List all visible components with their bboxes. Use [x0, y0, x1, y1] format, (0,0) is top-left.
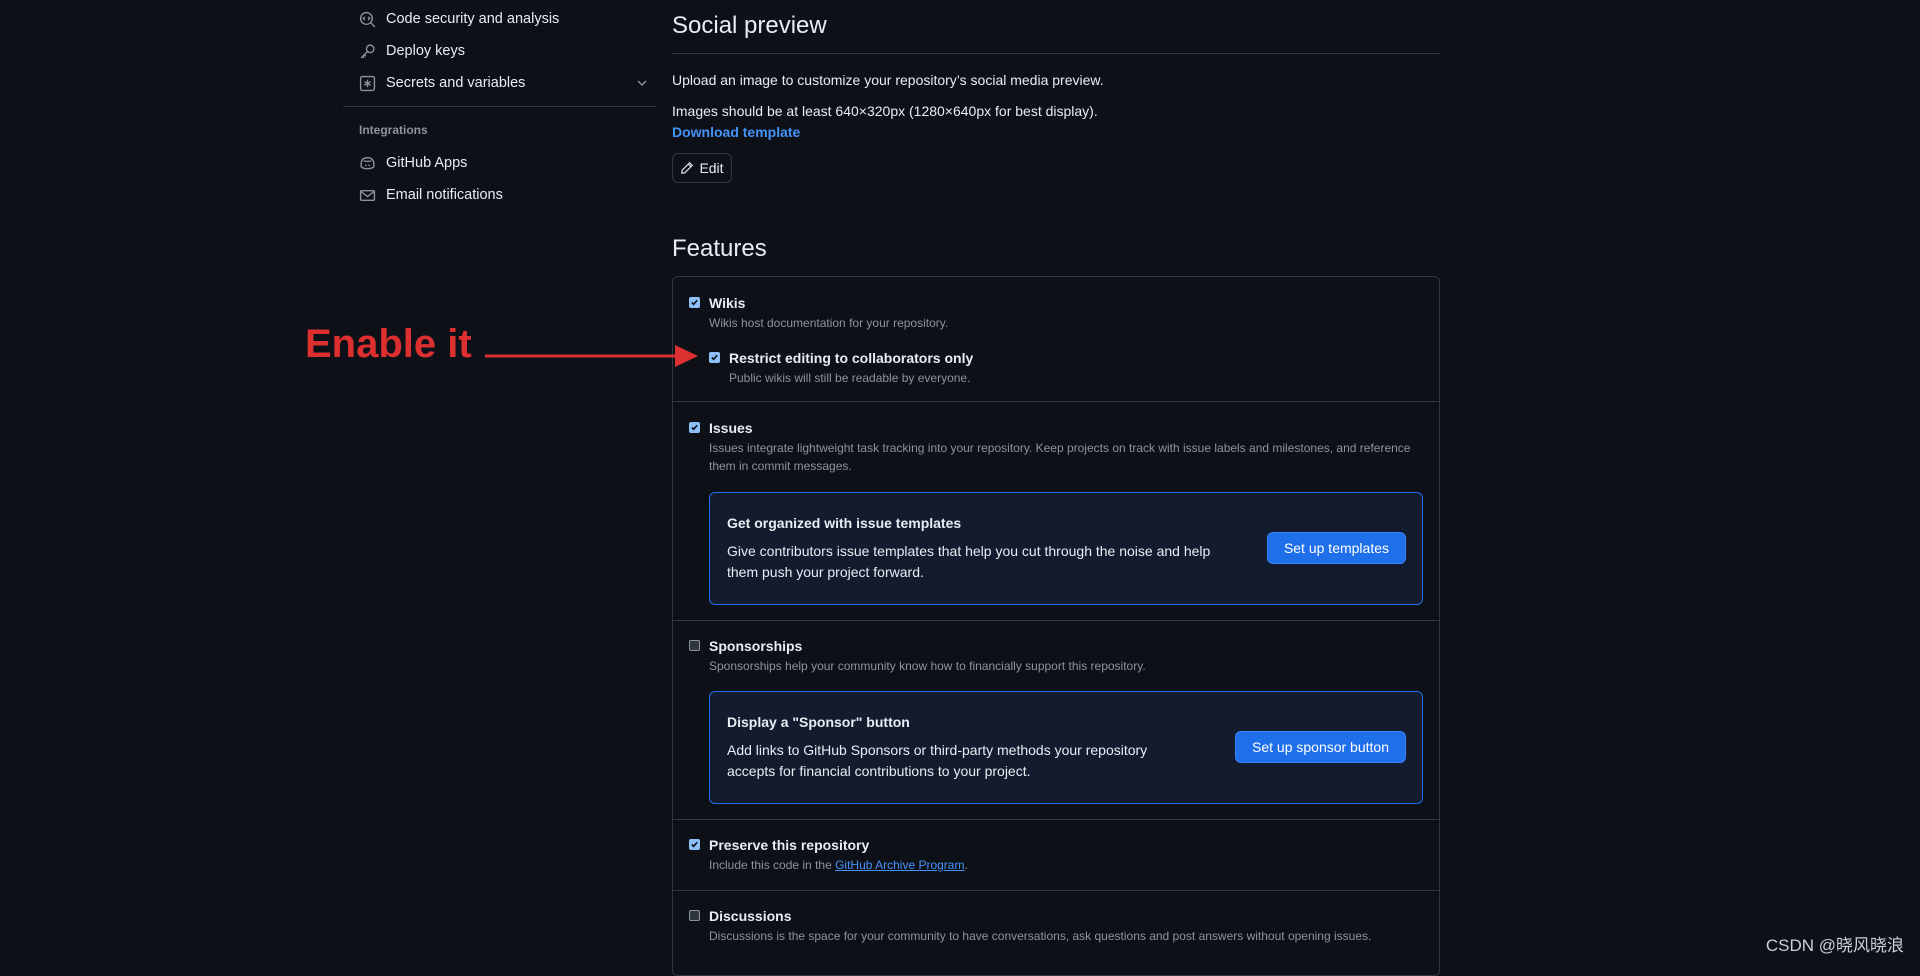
- features-box: Wikis Wikis host documentation for your …: [672, 276, 1440, 976]
- annotation-text: Enable it: [305, 322, 472, 366]
- sidebar-item-label: Code security and analysis: [386, 11, 560, 27]
- social-preview-description: Upload an image to customize your reposi…: [672, 72, 1104, 88]
- sponsor-button-promo: Display a "Sponsor" button Add links to …: [709, 691, 1423, 804]
- sponsor-button-description-line2: accepts for financial contributions to y…: [727, 763, 1031, 779]
- sidebar-item-code-security[interactable]: Code security and analysis: [359, 7, 559, 31]
- sidebar-item-github-apps[interactable]: GitHub Apps: [359, 151, 467, 175]
- discussions-checkbox[interactable]: [689, 910, 700, 921]
- set-up-templates-button[interactable]: Set up templates: [1266, 532, 1406, 564]
- issues-description-line2: them in commit messages.: [709, 459, 852, 473]
- issues-checkbox[interactable]: [689, 422, 700, 433]
- check-icon: [691, 424, 698, 431]
- check-icon: [711, 354, 718, 361]
- issues-description-line1: Issues integrate lightweight task tracki…: [709, 441, 1411, 455]
- chevron-down-icon[interactable]: [634, 75, 650, 91]
- issue-templates-promo: Get organized with issue templates Give …: [709, 492, 1423, 605]
- row-divider: [673, 890, 1439, 891]
- edit-button[interactable]: Edit: [672, 153, 732, 183]
- row-divider: [673, 620, 1439, 621]
- edit-label: Edit: [699, 160, 724, 176]
- heading-divider: [672, 53, 1440, 54]
- issues-label: Issues: [709, 420, 753, 436]
- discussions-description: Discussions is the space for your commun…: [709, 929, 1372, 943]
- sidebar-item-deploy-keys[interactable]: Deploy keys: [359, 39, 465, 63]
- social-preview-heading: Social preview: [672, 12, 827, 39]
- social-preview-size-hint: Images should be at least 640×320px (128…: [672, 103, 1098, 119]
- sidebar-item-label: Deploy keys: [386, 43, 465, 59]
- sidebar-heading-integrations: Integrations: [359, 123, 428, 137]
- restrict-editing-description: Public wikis will still be readable by e…: [729, 371, 971, 385]
- restrict-editing-label: Restrict editing to collaborators only: [729, 350, 974, 366]
- mail-icon: [359, 189, 376, 201]
- issue-templates-description-line1: Give contributors issue templates that h…: [727, 543, 1211, 559]
- sidebar-divider: [343, 106, 656, 107]
- sidebar-item-label: GitHub Apps: [386, 155, 468, 171]
- issue-templates-title: Get organized with issue templates: [727, 515, 962, 531]
- pencil-icon: [681, 161, 694, 174]
- watermark: CSDN @晓风晓浪: [1765, 936, 1904, 955]
- sidebar-item-secrets[interactable]: Secrets and variables: [359, 71, 659, 95]
- check-icon: [691, 299, 698, 306]
- issue-templates-description-line2: them push your project forward.: [727, 564, 924, 580]
- preserve-checkbox[interactable]: [689, 839, 700, 850]
- sponsorships-label: Sponsorships: [709, 638, 803, 654]
- discussions-label: Discussions: [709, 908, 792, 924]
- github-archive-program-link[interactable]: GitHub Archive Program: [835, 858, 964, 872]
- sidebar-item-label: Secrets and variables: [386, 75, 526, 91]
- asterisk-icon: [359, 75, 376, 91]
- sponsorships-description: Sponsorships help your community know ho…: [709, 659, 1146, 673]
- sponsor-button-title: Display a "Sponsor" button: [727, 714, 910, 730]
- wikis-description: Wikis host documentation for your reposi…: [709, 316, 949, 330]
- preserve-desc-suffix: .: [964, 858, 968, 872]
- key-icon: [360, 43, 375, 58]
- download-template-link[interactable]: Download template: [672, 124, 800, 140]
- restrict-editing-checkbox[interactable]: [709, 352, 720, 363]
- check-icon: [691, 841, 698, 848]
- row-divider: [673, 401, 1439, 402]
- wikis-checkbox[interactable]: [689, 297, 700, 308]
- features-heading: Features: [672, 235, 767, 262]
- codescan-icon: [359, 11, 376, 27]
- preserve-label: Preserve this repository: [709, 837, 870, 853]
- sponsorships-checkbox[interactable]: [689, 640, 700, 651]
- set-up-sponsor-button[interactable]: Set up sponsor button: [1235, 731, 1406, 763]
- wikis-label: Wikis: [709, 295, 746, 311]
- sidebar-item-label: Email notifications: [386, 187, 503, 203]
- copilot-icon: [360, 156, 375, 169]
- preserve-description: Include this code in the GitHub Archive …: [709, 856, 968, 874]
- row-divider: [673, 819, 1439, 820]
- preserve-desc-prefix: Include this code in the: [709, 858, 836, 872]
- sidebar-item-email-notifications[interactable]: Email notifications: [359, 183, 503, 207]
- sponsor-button-description-line1: Add links to GitHub Sponsors or third-pa…: [727, 742, 1148, 758]
- annotation-arrow-icon: [485, 345, 698, 367]
